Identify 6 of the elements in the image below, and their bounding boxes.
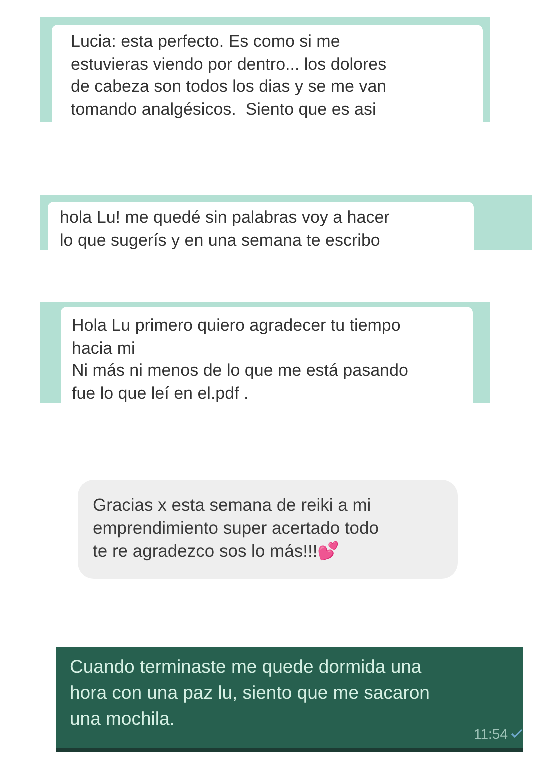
message-time: 11:54 xyxy=(474,726,508,742)
message-text: Hola Lu primero quiero agradecer tu tiempo hacia mi Ni más ni menos de lo que me está pasando fue lo que leí en el.pdf . xyxy=(72,315,410,403)
message-text: Gracias x esta semana de reiki a mi emprendimiento super acertado todo te re agradezco sos lo más!!!💕 xyxy=(93,494,380,563)
message-text: hola Lu! me quedé sin palabras voy a hacer lo que sugerís y en una semana te escribo xyxy=(60,207,391,250)
message-text: Cuando terminaste me quede dormida una hora con una paz lu, siento que me sacaron una mochila. xyxy=(70,655,431,731)
message-text: Lucia: esta perfecto. Es como si me estuvieras viendo por dentro... los dolores de cabeza son todos los dias y se me van tomando analgésicos. Siento que es asi xyxy=(71,31,388,120)
